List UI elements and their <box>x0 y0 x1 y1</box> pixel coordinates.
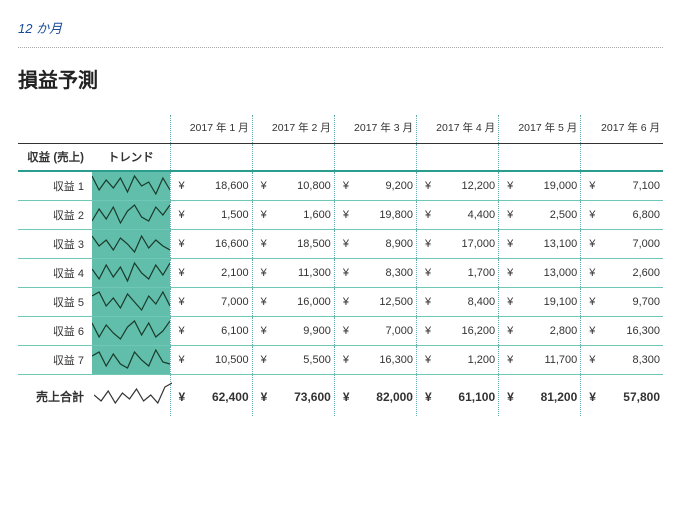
cell-value: ¥5,500 <box>252 346 334 375</box>
sparkline-icon <box>92 346 170 375</box>
total-label: 売上合計 <box>18 375 92 417</box>
cell-value: ¥16,200 <box>416 317 498 346</box>
cell-value: ¥62,400 <box>170 375 252 417</box>
cell-value: ¥8,300 <box>581 346 663 375</box>
cell-value: ¥2,500 <box>499 201 581 230</box>
cell-value: ¥19,000 <box>499 171 581 201</box>
cell-value: ¥7,000 <box>334 317 416 346</box>
pl-table: 2017 年 1 月 2017 年 2 月 2017 年 3 月 2017 年 … <box>18 115 663 416</box>
cell-value: ¥11,700 <box>499 346 581 375</box>
cell-value: ¥16,000 <box>252 288 334 317</box>
section-header: 収益 (売上) トレンド <box>18 143 663 171</box>
row-label: 収益 1 <box>18 171 92 201</box>
table-row: 収益 4 ¥2,100¥11,300¥8,300¥1,700¥13,000¥2,… <box>18 259 663 288</box>
sparkline-icon <box>92 288 170 317</box>
row-label: 収益 3 <box>18 230 92 259</box>
col-header: 2017 年 1 月 <box>170 115 252 143</box>
cell-value: ¥1,600 <box>252 201 334 230</box>
cell-value: ¥61,100 <box>416 375 498 417</box>
cell-value: ¥2,600 <box>581 259 663 288</box>
table-row: 収益 6 ¥6,100¥9,900¥7,000¥16,200¥2,800¥16,… <box>18 317 663 346</box>
cell-value: ¥7,100 <box>581 171 663 201</box>
cell-value: ¥1,500 <box>170 201 252 230</box>
sparkline-icon <box>92 201 170 230</box>
cell-value: ¥7,000 <box>581 230 663 259</box>
sparkline-icon <box>92 317 170 346</box>
cell-value: ¥82,000 <box>334 375 416 417</box>
cell-value: ¥18,600 <box>170 171 252 201</box>
row-label: 収益 5 <box>18 288 92 317</box>
header-row: 2017 年 1 月 2017 年 2 月 2017 年 3 月 2017 年 … <box>18 115 663 143</box>
cell-value: ¥10,500 <box>170 346 252 375</box>
col-header: 2017 年 4 月 <box>416 115 498 143</box>
cell-value: ¥16,300 <box>334 346 416 375</box>
cell-value: ¥10,800 <box>252 171 334 201</box>
cell-value: ¥8,900 <box>334 230 416 259</box>
cell-value: ¥12,500 <box>334 288 416 317</box>
cell-value: ¥1,200 <box>416 346 498 375</box>
section-label: 収益 (売上) <box>18 143 92 171</box>
cell-value: ¥16,600 <box>170 230 252 259</box>
cell-value: ¥17,000 <box>416 230 498 259</box>
cell-value: ¥4,400 <box>416 201 498 230</box>
cell-value: ¥9,900 <box>252 317 334 346</box>
table-row: 収益 3 ¥16,600¥18,500¥8,900¥17,000¥13,100¥… <box>18 230 663 259</box>
cell-value: ¥1,700 <box>416 259 498 288</box>
table-row: 収益 2 ¥1,500¥1,600¥19,800¥4,400¥2,500¥6,8… <box>18 201 663 230</box>
cell-value: ¥16,300 <box>581 317 663 346</box>
cell-value: ¥6,100 <box>170 317 252 346</box>
sparkline-icon <box>92 230 170 259</box>
trend-header: トレンド <box>92 143 170 171</box>
cell-value: ¥73,600 <box>252 375 334 417</box>
cell-value: ¥19,100 <box>499 288 581 317</box>
cell-value: ¥81,200 <box>499 375 581 417</box>
row-label: 収益 4 <box>18 259 92 288</box>
cell-value: ¥57,800 <box>581 375 663 417</box>
sparkline-icon <box>92 375 170 417</box>
col-header: 2017 年 5 月 <box>499 115 581 143</box>
cell-value: ¥2,800 <box>499 317 581 346</box>
row-label: 収益 2 <box>18 201 92 230</box>
cell-value: ¥13,000 <box>499 259 581 288</box>
cell-value: ¥12,200 <box>416 171 498 201</box>
cell-value: ¥2,100 <box>170 259 252 288</box>
cell-value: ¥11,300 <box>252 259 334 288</box>
col-header: 2017 年 3 月 <box>334 115 416 143</box>
table-row: 収益 5 ¥7,000¥16,000¥12,500¥8,400¥19,100¥9… <box>18 288 663 317</box>
table-row: 収益 7 ¥10,500¥5,500¥16,300¥1,200¥11,700¥8… <box>18 346 663 375</box>
total-row: 売上合計 ¥62,400¥73,600¥82,000¥61,100¥81,200… <box>18 375 663 417</box>
cell-value: ¥6,800 <box>581 201 663 230</box>
cell-value: ¥7,000 <box>170 288 252 317</box>
cell-value: ¥9,200 <box>334 171 416 201</box>
table-row: 収益 1 ¥18,600¥10,800¥9,200¥12,200¥19,000¥… <box>18 171 663 201</box>
cell-value: ¥13,100 <box>499 230 581 259</box>
cell-value: ¥18,500 <box>252 230 334 259</box>
row-label: 収益 7 <box>18 346 92 375</box>
cell-value: ¥8,400 <box>416 288 498 317</box>
cell-value: ¥9,700 <box>581 288 663 317</box>
col-header: 2017 年 6 月 <box>581 115 663 143</box>
sparkline-icon <box>92 259 170 288</box>
page-title: 損益予測 <box>18 64 663 93</box>
row-label: 収益 6 <box>18 317 92 346</box>
sparkline-icon <box>92 171 170 201</box>
period-subtitle: 12 か月 <box>18 18 663 48</box>
cell-value: ¥19,800 <box>334 201 416 230</box>
cell-value: ¥8,300 <box>334 259 416 288</box>
col-header: 2017 年 2 月 <box>252 115 334 143</box>
